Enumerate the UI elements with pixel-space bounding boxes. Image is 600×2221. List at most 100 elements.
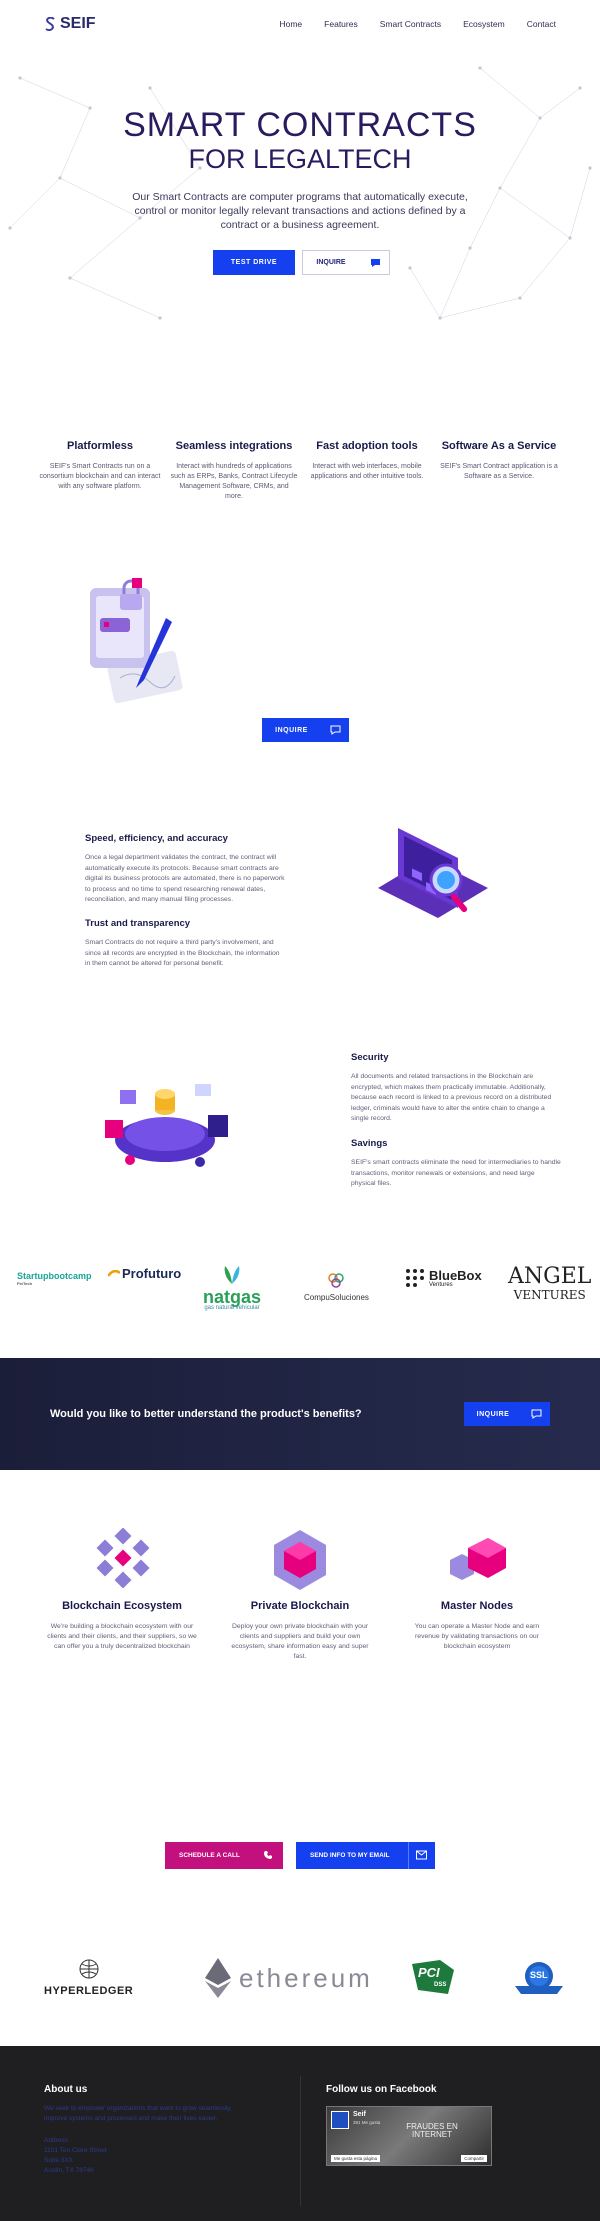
startupbootcamp-logo: Startupbootcamp FinTech <box>17 1271 92 1286</box>
feature-title: Fast adoption tools <box>316 440 418 452</box>
inquire-label: INQUIRE <box>275 726 308 734</box>
brand-logo[interactable]: SEIF <box>44 15 96 33</box>
follow-title: Follow us on Facebook <box>326 2084 437 2095</box>
nav-ecosystem[interactable]: Ecosystem <box>463 19 505 29</box>
ecosystem-title: Private Blockchain <box>250 1600 350 1612</box>
angel-ventures-logo: ANGEL VENTURES <box>508 1264 592 1304</box>
feature-text: SEIF's Smart Contracts run on a consorti… <box>39 463 161 490</box>
feature-platformless: Platformless SEIF's Smart Contracts run … <box>36 440 164 492</box>
phone-icon <box>264 1851 272 1859</box>
angel-name: ANGEL <box>508 1264 592 1289</box>
pci-dss-logo: PCI DSS <box>410 1960 456 1996</box>
hyperledger-globe-icon <box>79 1959 99 1979</box>
nav-home[interactable]: Home <box>279 19 302 29</box>
pci-text: PCI <box>418 1965 440 1980</box>
ethereum-logo: ethereum <box>205 1958 373 1998</box>
feature-title: Seamless integrations <box>175 440 293 452</box>
hero-description: Our Smart Contracts are computer program… <box>132 191 468 231</box>
blockchain-ecosystem-icon <box>96 1528 150 1588</box>
facebook-widget[interactable]: Seif 391 Me gusta FRAUDES EN INTERNET Me… <box>326 2106 492 2166</box>
address-line: 1101 Ten Clare Street <box>44 2147 107 2154</box>
footer: About us We seek to empower organization… <box>0 2046 600 2221</box>
test-drive-button[interactable]: TEST DRIVE <box>213 250 295 275</box>
cta-question: Would you like to better understand the … <box>50 1408 362 1420</box>
natgas-name: natgas <box>203 1287 262 1307</box>
ecosystem-title: Blockchain Ecosystem <box>62 1600 182 1612</box>
profuturo-logo: Profuturo <box>108 1266 181 1281</box>
ecosystem-title: Master Nodes <box>440 1600 514 1612</box>
natgas-sub: gas natural vehicular <box>204 1305 260 1311</box>
inquire-button-2[interactable]: INQUIRE <box>262 718 349 742</box>
ssl-text: SSL <box>530 1970 548 1980</box>
chat-icon <box>371 259 380 267</box>
hero-title: SMART CONTRACTS <box>123 106 477 144</box>
inquire-label: INQUIRE <box>316 259 346 266</box>
contract-illustration <box>90 578 183 704</box>
facebook-cover-text: FRAUDES EN INTERNET <box>406 2122 458 2139</box>
inquire-button[interactable]: INQUIRE <box>302 250 390 275</box>
startupbootcamp-sub: FinTech <box>17 1281 33 1286</box>
ecosystem-text: Deploy your own private blockchain with … <box>231 1623 369 1660</box>
compu-circles-icon <box>328 1273 345 1288</box>
schedule-call-button[interactable]: SCHEDULE A CALL <box>165 1842 283 1869</box>
benefit-text: Smart Contracts do not require a third p… <box>85 939 280 967</box>
facebook-like-button[interactable]: Me gusta esta página <box>331 2155 381 2162</box>
facebook-page-name: Seif <box>353 2111 366 2118</box>
benefit-title: Trust and transparency <box>85 918 191 929</box>
send-info-button[interactable]: SEND INFO TO MY EMAIL <box>296 1842 435 1869</box>
cta-inquire-button[interactable]: INQUIRE <box>464 1402 550 1426</box>
facebook-share-button[interactable]: Compartir <box>461 2155 487 2162</box>
feature-text: SEIF's Smart Contract application is a S… <box>440 463 558 480</box>
profuturo-name: Profuturo <box>122 1266 182 1281</box>
benefit-text: All documents and related transactions i… <box>351 1073 552 1122</box>
ethereum-name: ethereum <box>239 1962 373 1993</box>
benefit-text: SEIF's smart contracts eliminate the nee… <box>351 1159 561 1187</box>
address-line: Austin, TX 78746 <box>44 2167 94 2174</box>
bluebox-dots-icon <box>406 1269 424 1287</box>
profuturo-swoosh-icon <box>108 1269 120 1277</box>
hero-section: SMART CONTRACTS FOR LEGALTECH Our Smart … <box>0 48 600 348</box>
bluebox-text: BlueBox Ventures <box>429 1269 482 1288</box>
natgas-leaf-icon <box>224 1266 240 1284</box>
seif-logo-icon <box>45 17 55 31</box>
address-line: Suite 3XX <box>44 2157 73 2164</box>
feature-adoption: Fast adoption tools Interact with web in… <box>303 440 431 482</box>
chat-icon <box>531 1409 542 1419</box>
brand-name: SEIF <box>60 15 96 32</box>
feature-title: Software As a Service <box>441 440 557 452</box>
page: SEIF Home Features Smart Contracts Ecosy… <box>0 0 600 2221</box>
schedule-call-label: SCHEDULE A CALL <box>179 1852 240 1859</box>
master-nodes-icon <box>450 1538 506 1580</box>
ecosystem-blockchain: Blockchain Ecosystem We're building a bl… <box>47 1600 197 1652</box>
inquire-label: INQUIRE <box>476 1410 510 1418</box>
private-blockchain-icon <box>274 1530 326 1590</box>
email-icon <box>416 1850 427 1860</box>
footer-divider <box>300 2076 301 2206</box>
chat-icon <box>330 725 341 735</box>
nav-smart-contracts[interactable]: Smart Contracts <box>380 19 441 29</box>
button-divider <box>408 1842 409 1869</box>
blockchain-illustration <box>105 1084 228 1167</box>
nav-features[interactable]: Features <box>324 19 358 29</box>
bluebox-name: BlueBox <box>429 1267 482 1283</box>
ecosystem-masternodes: Master Nodes You can operate a Master No… <box>402 1600 552 1652</box>
ventures-name: VENTURES <box>513 1288 586 1302</box>
send-info-label: SEND INFO TO MY EMAIL <box>310 1852 390 1859</box>
about-text: We seek to empower organizations that wa… <box>44 2105 232 2122</box>
feature-title: Platformless <box>66 440 134 452</box>
benefit-title: Savings <box>351 1138 388 1149</box>
cta-banner: Would you like to better understand the … <box>0 1358 600 1470</box>
partner-logos: Startupbootcamp FinTech Profuturo natgas… <box>0 1262 600 1332</box>
address-label: Address <box>44 2137 68 2144</box>
nav-contact[interactable]: Contact <box>527 19 556 29</box>
natgas-logo: natgas gas natural vehicular <box>203 1262 261 1311</box>
facebook-likes: 391 Me gusta <box>353 2120 381 2125</box>
feature-saas: Software As a Service SEIF's Smart Contr… <box>435 440 563 482</box>
hero-subtitle: FOR LEGALTECH <box>188 144 412 174</box>
dss-text: DSS <box>434 1982 447 1988</box>
benefit-title: Security <box>351 1052 389 1063</box>
about-title: About us <box>44 2084 88 2095</box>
benefit-text: Once a legal department validates the co… <box>85 854 285 903</box>
compusoluciones-logo: CompuSoluciones <box>304 1272 369 1302</box>
ecosystem-private: Private Blockchain Deploy your own priva… <box>225 1600 375 1662</box>
